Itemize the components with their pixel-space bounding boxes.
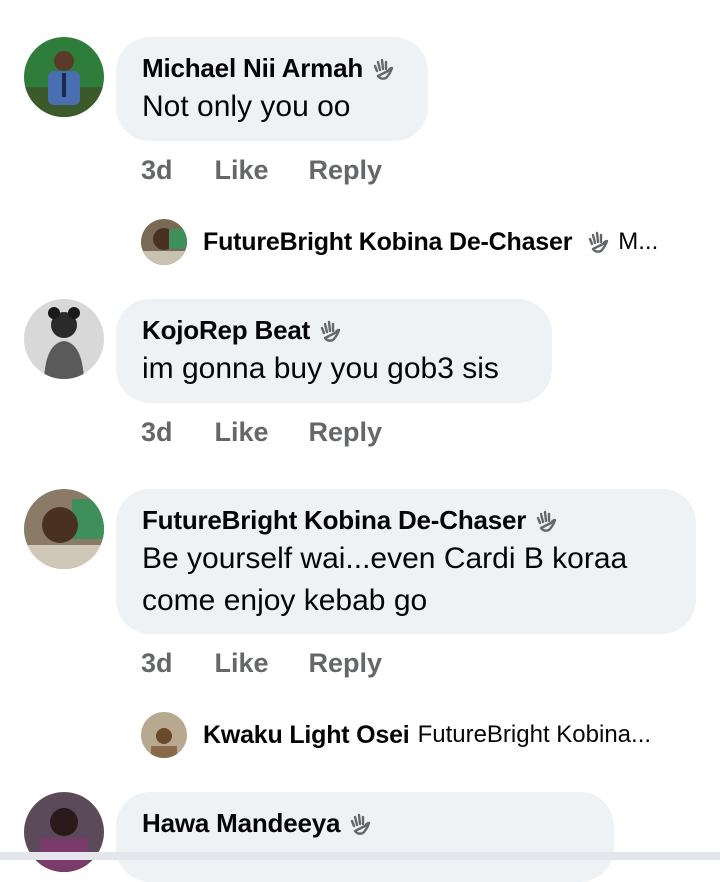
like-button[interactable]: Like	[215, 417, 269, 448]
comment-text: Not only you oo	[142, 90, 351, 123]
like-button[interactable]: Like	[215, 155, 269, 186]
avatar-michael[interactable]	[24, 37, 104, 117]
waving-hand-icon	[586, 230, 610, 254]
reply-button[interactable]: Reply	[309, 155, 383, 186]
comment-bubble: Hawa Mandeeya	[116, 792, 614, 882]
comment-age[interactable]: 3d	[141, 648, 173, 679]
comment-actions: 3d Like Reply	[141, 417, 422, 448]
reply-avatar	[141, 712, 187, 758]
reply-avatar	[141, 219, 187, 265]
reply-author: FutureBright Kobina De-Chaser	[203, 227, 573, 256]
reply-snippet: FutureBright Kobina...	[417, 721, 652, 748]
avatar-hawa[interactable]	[24, 792, 104, 872]
reply-preview[interactable]: Kwaku Light Osei FutureBright Kobina...	[141, 712, 651, 758]
comment-bubble: Michael Nii Armah Not only you oo	[116, 37, 428, 141]
comment-author[interactable]: KojoRep Beat	[142, 315, 526, 346]
reply-snippet: M...	[618, 228, 659, 255]
bottom-divider	[0, 852, 720, 860]
comment-text: Be yourself wai...even Cardi B koraa	[142, 542, 628, 575]
waving-hand-icon	[371, 57, 395, 81]
like-button[interactable]: Like	[215, 648, 269, 679]
reply-preview[interactable]: FutureBright Kobina De-Chaser M...	[141, 219, 658, 265]
comment-text: im gonna buy you gob3 sis	[142, 352, 499, 385]
reply-author: Kwaku Light Osei	[203, 720, 410, 749]
comment-text: come enjoy kebab go	[142, 584, 428, 617]
reply-button[interactable]: Reply	[309, 648, 383, 679]
avatar-kojorep[interactable]	[24, 299, 104, 379]
comment-bubble: FutureBright Kobina De-Chaser Be yoursel…	[116, 489, 696, 634]
waving-hand-icon	[348, 812, 372, 836]
comment-age[interactable]: 3d	[141, 155, 173, 186]
comment-actions: 3d Like Reply	[141, 155, 422, 186]
reply-button[interactable]: Reply	[309, 417, 383, 448]
avatar-futurebright[interactable]	[24, 489, 104, 569]
comment-author[interactable]: FutureBright Kobina De-Chaser	[142, 505, 670, 536]
comment-author[interactable]: Michael Nii Armah	[142, 53, 402, 84]
comment-actions: 3d Like Reply	[141, 648, 422, 679]
comment-author[interactable]: Hawa Mandeeya	[142, 808, 588, 839]
waving-hand-icon	[318, 319, 342, 343]
waving-hand-icon	[534, 509, 558, 533]
comment-bubble: KojoRep Beat im gonna buy you gob3 sis	[116, 299, 552, 403]
comment-age[interactable]: 3d	[141, 417, 173, 448]
